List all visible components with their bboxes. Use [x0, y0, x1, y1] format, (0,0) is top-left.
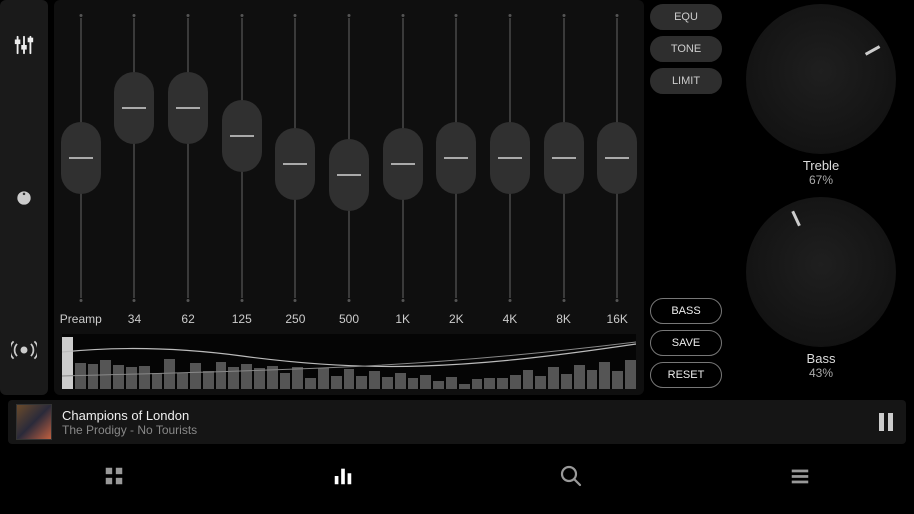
app-root: Preamp34621252505001K2K4K8K16K EQU TONE … — [0, 0, 914, 514]
treble-value: 67% — [809, 173, 833, 187]
eq-labels: Preamp34621252505001K2K4K8K16K — [54, 312, 644, 326]
band-slider-16K[interactable] — [590, 8, 644, 308]
treble-knob[interactable] — [746, 4, 896, 154]
nav-library[interactable] — [0, 448, 229, 504]
search-icon — [559, 464, 583, 488]
band-label: 8K — [537, 312, 591, 326]
band-label: 125 — [215, 312, 269, 326]
band-slider-62[interactable] — [161, 8, 215, 308]
equ-button[interactable]: EQU — [650, 4, 722, 30]
bass-knob-block: Bass 43% — [746, 197, 896, 380]
band-slider-4K[interactable] — [483, 8, 537, 308]
bass-value: 43% — [809, 366, 833, 380]
album-art — [16, 404, 52, 440]
preamp-slider[interactable] — [54, 8, 108, 308]
band-slider-250[interactable] — [269, 8, 323, 308]
now-playing-bar[interactable]: Champions of London The Prodigy - No Tou… — [8, 400, 906, 444]
surround-icon[interactable] — [9, 335, 39, 365]
grid-icon — [103, 465, 125, 487]
track-title: Champions of London — [62, 408, 874, 423]
band-slider-1K[interactable] — [376, 8, 430, 308]
band-slider-125[interactable] — [215, 8, 269, 308]
action-buttons: BASS SAVE RESET — [650, 298, 722, 388]
pause-button[interactable] — [874, 410, 898, 434]
treble-knob-block: Treble 67% — [746, 4, 896, 187]
mode-buttons: EQU TONE LIMIT — [650, 4, 722, 94]
band-slider-34[interactable] — [108, 8, 162, 308]
bass-button[interactable]: BASS — [650, 298, 722, 324]
side-toolstrip — [0, 0, 48, 395]
bass-label: Bass — [807, 351, 836, 366]
eq-panel: Preamp34621252505001K2K4K8K16K — [54, 0, 644, 395]
band-label: 4K — [483, 312, 537, 326]
band-label: 1K — [376, 312, 430, 326]
nav-equalizer[interactable] — [229, 448, 458, 504]
preamp-label: Preamp — [54, 312, 108, 326]
band-slider-2K[interactable] — [429, 8, 483, 308]
reset-button[interactable]: RESET — [650, 362, 722, 388]
band-label: 500 — [322, 312, 376, 326]
spectrum — [62, 334, 636, 389]
knob-icon[interactable] — [9, 183, 39, 213]
treble-label: Treble — [803, 158, 839, 173]
limit-button[interactable]: LIMIT — [650, 68, 722, 94]
band-slider-8K[interactable] — [537, 8, 591, 308]
band-label: 16K — [590, 312, 644, 326]
nav-search[interactable] — [457, 448, 686, 504]
band-label: 2K — [429, 312, 483, 326]
track-info: Champions of London The Prodigy - No Tou… — [62, 408, 874, 437]
eq-sliders — [54, 8, 644, 308]
menu-icon — [789, 465, 811, 487]
nav-menu[interactable] — [686, 448, 914, 504]
bass-knob[interactable] — [746, 197, 896, 347]
band-label: 62 — [161, 312, 215, 326]
band-label: 250 — [269, 312, 323, 326]
track-subtitle: The Prodigy - No Tourists — [62, 423, 874, 437]
tone-button[interactable]: TONE — [650, 36, 722, 62]
save-button[interactable]: SAVE — [650, 330, 722, 356]
knob-area: Treble 67% Bass 43% — [732, 4, 910, 392]
band-label: 34 — [108, 312, 162, 326]
band-slider-500[interactable] — [322, 8, 376, 308]
equalizer-icon — [330, 465, 356, 487]
bottom-nav — [0, 448, 914, 504]
eq-sliders-icon[interactable] — [9, 30, 39, 60]
